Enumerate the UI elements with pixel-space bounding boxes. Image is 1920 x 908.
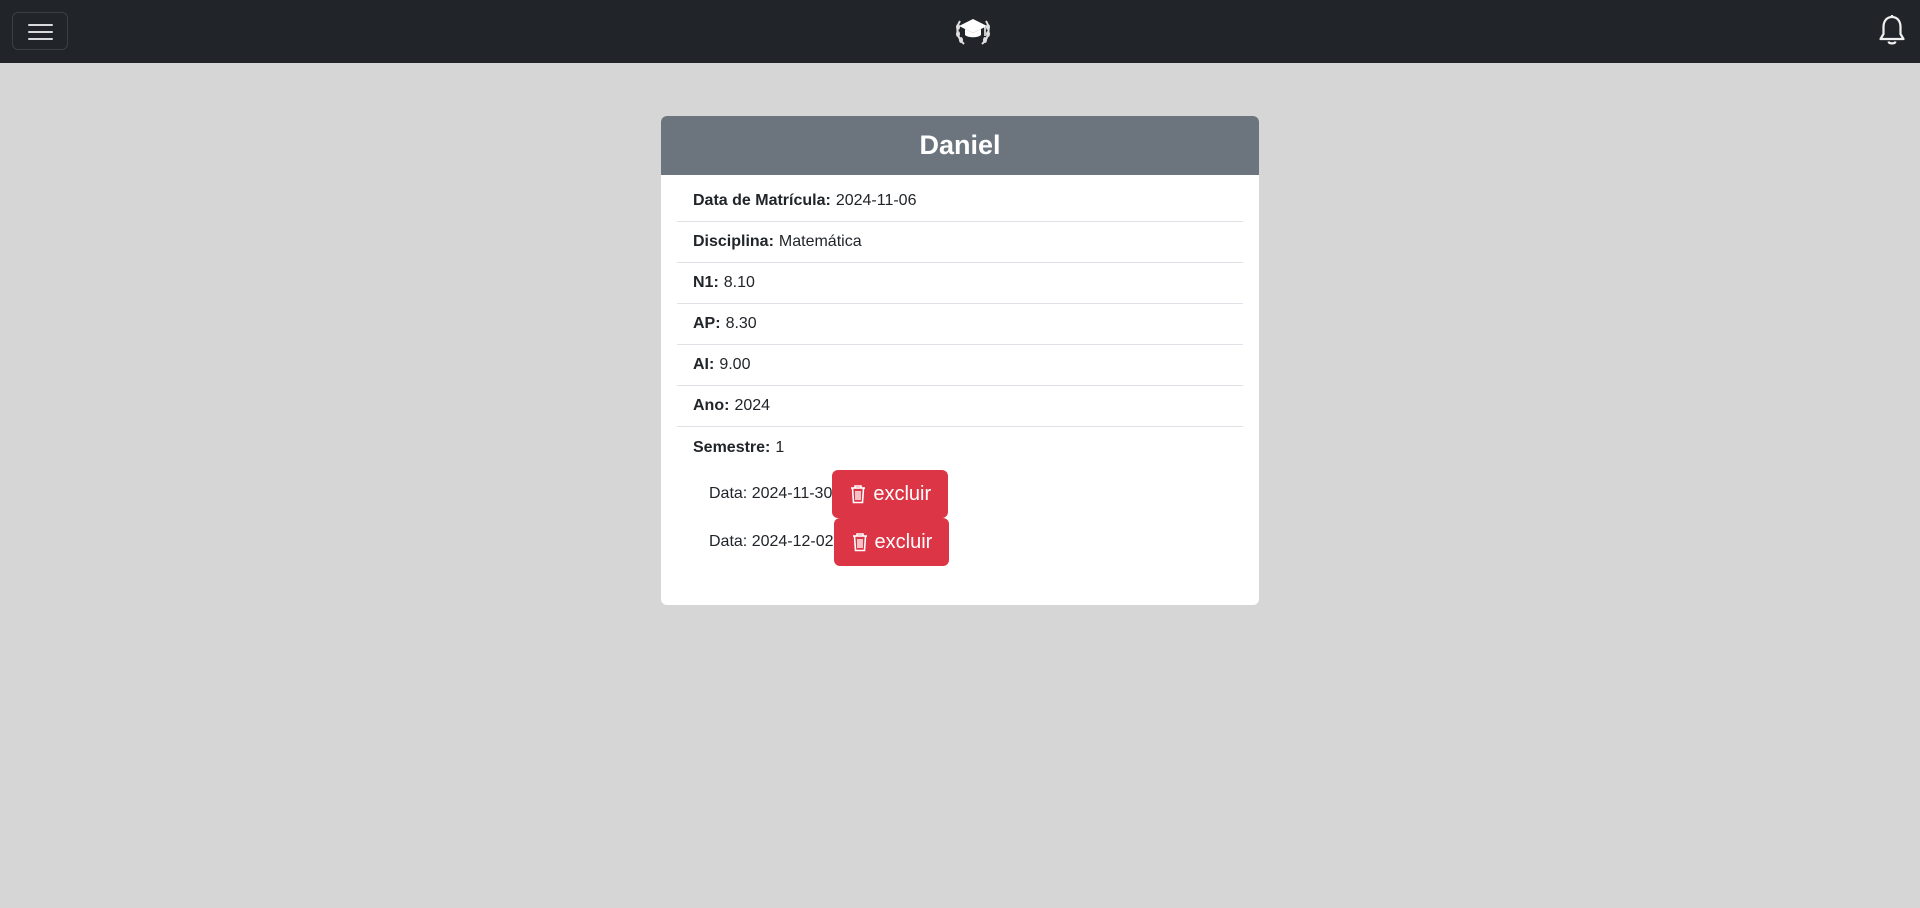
delete-button-label: excluir [874, 530, 933, 553]
delete-date-button[interactable]: excluir [832, 470, 949, 518]
ai-row: AI: 9.00 [677, 345, 1243, 386]
field-value: 8.30 [725, 315, 757, 332]
delete-button-label: excluir [873, 482, 932, 505]
notification-bell-icon[interactable] [1878, 14, 1906, 46]
subject-row: Disciplina: Matemática [677, 222, 1243, 263]
trash-icon [852, 533, 867, 552]
student-info-list: Data de Matrícula: 2024-11-06 Disciplina… [677, 175, 1243, 468]
trash-icon [851, 485, 866, 504]
field-value: 2024 [734, 397, 771, 414]
field-label: Disciplina: [693, 233, 774, 250]
date-list-item: Data: 2024-12-02 excluir [709, 518, 1259, 566]
menu-toggle-button[interactable] [12, 12, 68, 50]
dates-list: Data: 2024-11-30 excluir Data: 2024-12-0… [709, 470, 1259, 566]
enrollment-date-row: Data de Matrícula: 2024-11-06 [677, 181, 1243, 222]
year-row: Ano: 2024 [677, 386, 1243, 427]
field-label: AI: [693, 356, 715, 373]
card-header: Daniel [661, 116, 1259, 175]
student-name: Daniel [919, 130, 1001, 160]
field-label: Data de Matrícula: [693, 192, 831, 209]
ap-row: AP: 8.30 [677, 304, 1243, 345]
field-label: AP: [693, 315, 721, 332]
field-value: 2024-11-06 [835, 192, 917, 209]
field-label: N1: [693, 274, 719, 291]
student-card: Daniel Data de Matrícula: 2024-11-06 Dis… [661, 116, 1259, 605]
n1-row: N1: 8.10 [677, 263, 1243, 304]
field-label: Ano: [693, 397, 730, 414]
delete-date-button[interactable]: excluir [833, 518, 950, 566]
field-value: 8.10 [723, 274, 755, 291]
menu-icon [28, 24, 53, 26]
field-value: 1 [775, 438, 785, 456]
field-value: Matemática [778, 233, 862, 250]
date-text: Data: 2024-11-30 [709, 485, 833, 502]
field-label: Semestre: [693, 438, 771, 456]
semester-row: Semestre: 1 [677, 427, 1243, 468]
field-value: 9.00 [719, 356, 751, 373]
date-list-item: Data: 2024-11-30 excluir [709, 470, 1259, 518]
graduation-cap-logo-icon [956, 19, 990, 45]
date-text: Data: 2024-12-02 [709, 533, 834, 550]
top-navbar [0, 0, 1920, 63]
